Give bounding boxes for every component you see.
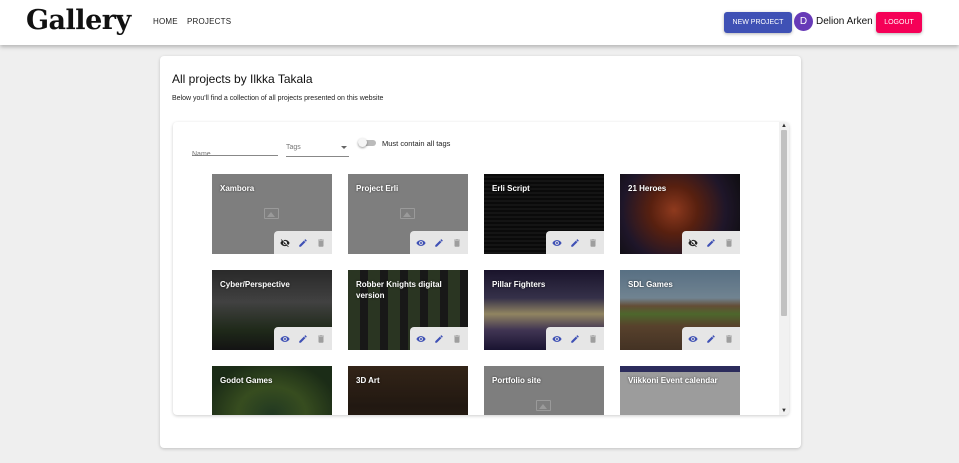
project-title: Portfolio site (492, 376, 541, 385)
edit-icon[interactable] (704, 332, 718, 346)
project-card[interactable]: 21 Heroes (620, 174, 740, 254)
tags-select[interactable]: Tags (286, 144, 349, 157)
dropdown-arrow-icon (341, 146, 347, 149)
user-avatar: D (794, 12, 813, 31)
project-card[interactable]: Robber Knights digital version (348, 270, 468, 350)
project-title: Project Erli (356, 184, 399, 193)
edit-icon[interactable] (432, 236, 446, 250)
new-project-button[interactable]: NEW PROJECT (724, 12, 792, 33)
project-card[interactable]: Project Erli (348, 174, 468, 254)
scroll-down-arrow-icon[interactable]: ▼ (781, 408, 787, 414)
visibility-icon[interactable] (414, 332, 428, 346)
project-actions (274, 231, 332, 254)
project-title: Cyber/Perspective (220, 280, 290, 289)
delete-icon[interactable] (450, 332, 464, 346)
visibility-icon[interactable] (686, 332, 700, 346)
project-title: Godot Games (220, 376, 273, 385)
toggle-thumb[interactable] (358, 138, 367, 147)
project-card[interactable]: Xambora (212, 174, 332, 254)
project-thumbnail (620, 366, 740, 415)
edit-icon[interactable] (296, 332, 310, 346)
app-logo[interactable]: Gallery (26, 5, 131, 36)
project-card[interactable]: Portfolio site (484, 366, 604, 415)
project-title: Robber Knights digital version (356, 280, 442, 300)
project-actions (682, 327, 740, 350)
project-title: Xambora (220, 184, 255, 193)
project-actions (546, 327, 604, 350)
edit-icon[interactable] (568, 236, 582, 250)
delete-icon[interactable] (722, 332, 736, 346)
project-card[interactable]: Cyber/Perspective (212, 270, 332, 350)
scroll-up-arrow-icon[interactable]: ▲ (781, 123, 787, 129)
project-title: Pillar Fighters (492, 280, 546, 289)
page-subtitle: Below you'll find a collection of all pr… (172, 95, 384, 102)
logout-button[interactable]: LOGOUT (876, 12, 922, 33)
project-title: 21 Heroes (628, 184, 667, 193)
project-card[interactable]: Godot Games (212, 366, 332, 415)
project-actions (546, 231, 604, 254)
visibility-off-icon[interactable] (278, 236, 292, 250)
image-placeholder-icon (536, 400, 551, 411)
visibility-icon[interactable] (414, 236, 428, 250)
scrollbar-thumb[interactable] (781, 130, 787, 316)
gallery-scrollbar[interactable]: ▲ ▼ (779, 122, 789, 415)
project-actions (410, 327, 468, 350)
project-card[interactable]: Viikkoni Event calendar (620, 366, 740, 415)
project-card[interactable]: Erli Script (484, 174, 604, 254)
edit-icon[interactable] (704, 236, 718, 250)
project-card[interactable]: SDL Games (620, 270, 740, 350)
delete-icon[interactable] (450, 236, 464, 250)
nav-home-link[interactable]: HOME (153, 17, 178, 26)
name-filter-input[interactable] (192, 151, 278, 158)
visibility-off-icon[interactable] (686, 236, 700, 250)
project-title: SDL Games (628, 280, 673, 289)
project-title: Viikkoni Event calendar (628, 376, 718, 385)
project-actions (682, 231, 740, 254)
delete-icon[interactable] (586, 236, 600, 250)
image-placeholder-icon (264, 208, 279, 219)
edit-icon[interactable] (432, 332, 446, 346)
project-card[interactable]: Pillar Fighters (484, 270, 604, 350)
nav-projects-link[interactable]: PROJECTS (187, 17, 231, 26)
project-title: Erli Script (492, 184, 530, 193)
project-card[interactable]: 3D Art (348, 366, 468, 415)
project-thumbnail (212, 366, 332, 415)
must-contain-all-tags-toggle[interactable] (358, 138, 376, 147)
delete-icon[interactable] (314, 236, 328, 250)
visibility-icon[interactable] (278, 332, 292, 346)
project-thumbnail (348, 366, 468, 415)
delete-icon[interactable] (722, 236, 736, 250)
image-placeholder-icon (400, 208, 415, 219)
must-contain-all-tags-label: Must contain all tags (382, 139, 451, 148)
delete-icon[interactable] (586, 332, 600, 346)
page-title: All projects by Ilkka Takala (172, 72, 313, 86)
project-gallery: Tags Must contain all tags Xambora Projec… (173, 122, 789, 415)
edit-icon[interactable] (296, 236, 310, 250)
delete-icon[interactable] (314, 332, 328, 346)
name-filter-field[interactable] (192, 143, 278, 158)
app-header: Gallery HOME PROJECTS NEW PROJECT D Deli… (0, 0, 959, 45)
visibility-icon[interactable] (550, 332, 564, 346)
visibility-icon[interactable] (550, 236, 564, 250)
user-name: Delion Arken (816, 16, 873, 27)
project-actions (410, 231, 468, 254)
edit-icon[interactable] (568, 332, 582, 346)
tags-select-label: Tags (286, 144, 301, 151)
project-actions (274, 327, 332, 350)
project-title: 3D Art (356, 376, 380, 385)
